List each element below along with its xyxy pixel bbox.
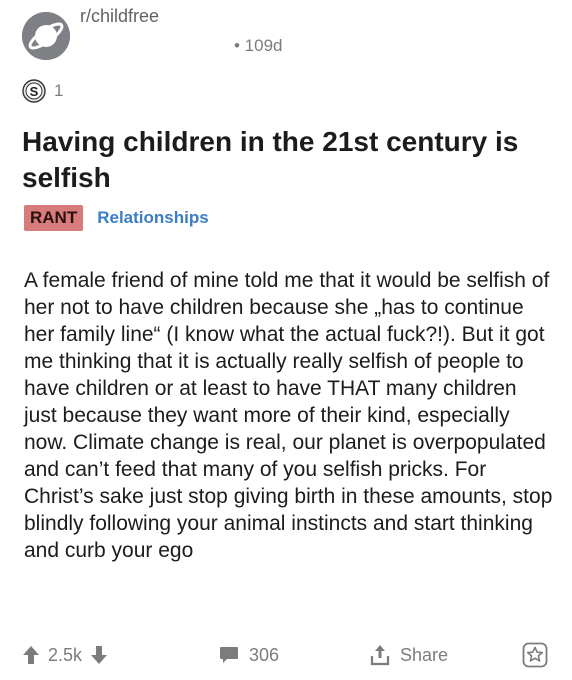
share-label: Share [400, 644, 449, 665]
flair-rant[interactable]: RANT [24, 205, 84, 231]
comments-button[interactable]: 306 [219, 638, 279, 672]
svg-text:S: S [30, 84, 39, 99]
share-icon [370, 645, 390, 666]
subreddit-name[interactable]: r/childfree [80, 6, 159, 27]
downvote-icon[interactable] [90, 645, 108, 665]
save-button[interactable] [522, 638, 548, 672]
silver-award-icon: S [22, 79, 46, 103]
award-row[interactable]: S 1 [22, 78, 63, 104]
flair-row: RANT Relationships [24, 205, 209, 231]
post-title[interactable]: Having children in the 21st century is s… [22, 124, 552, 196]
action-bar: 2.5k 306 Share [0, 638, 572, 672]
subreddit-avatar-icon[interactable] [22, 12, 70, 60]
share-button[interactable]: Share [370, 638, 448, 672]
vote-score: 2.5k [48, 644, 83, 665]
vote-controls: 2.5k [22, 638, 108, 672]
post-body: A female friend of mine told me that it … [24, 269, 553, 562]
flair-topic[interactable]: Relationships [97, 205, 208, 231]
save-icon [522, 642, 548, 668]
award-count: 1 [54, 81, 64, 100]
comment-icon [220, 647, 238, 663]
upvote-icon[interactable] [22, 645, 40, 665]
post-header: r/childfree • 109d [20, 6, 552, 66]
comment-count: 306 [249, 644, 280, 665]
post-age: • 109d [234, 36, 283, 55]
